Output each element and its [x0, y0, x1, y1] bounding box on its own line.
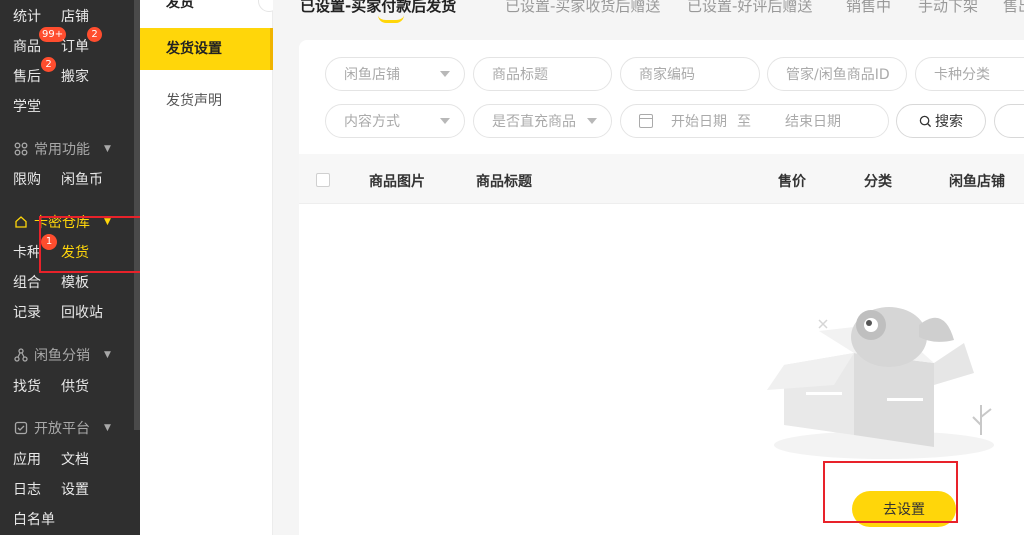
sidebar-item-whitelist[interactable]: 白名单 [13, 509, 55, 529]
sidebar-item-limit[interactable]: 限购 [13, 169, 41, 189]
sidebar-item-stats[interactable]: 统计 [13, 6, 41, 26]
home-icon [13, 214, 29, 230]
sidebar-item-coin[interactable]: 闲鱼币 [61, 169, 103, 189]
sidebar-row-open-3: 白名单 [13, 509, 75, 529]
checklist-icon [13, 420, 29, 436]
caret-down-icon: ▼ [104, 144, 111, 154]
tab-paid-delivery[interactable]: 已设置-买家付款后发货 [300, 0, 456, 16]
sidebar-item-move[interactable]: 搬家 [61, 66, 89, 86]
start-date-input[interactable]: 开始日期 [671, 111, 727, 131]
reset-button[interactable] [994, 104, 1024, 138]
select-all-checkbox[interactable] [316, 173, 330, 187]
tab-sold[interactable]: 售出 [1003, 0, 1024, 16]
sidebar-row-distribution: 找货 供货 [13, 376, 109, 396]
table-header: 商品图片 商品标题 售价 分类 闲鱼店铺 [299, 154, 1024, 204]
caret-down-icon: ▼ [104, 423, 111, 433]
sidebar-item-recycle[interactable]: 回收站 [61, 302, 103, 322]
sidebar-item-card-type[interactable]: 卡种 [13, 242, 41, 262]
sidebar-row-2: 商品 99+ 订单 2 [13, 27, 109, 56]
sidebar-row-open-1: 应用 文档 [13, 449, 109, 469]
sidebar-item-records[interactable]: 记录 [13, 302, 41, 322]
highlight-box-delivery [39, 216, 149, 273]
share-nodes-icon [13, 347, 29, 363]
goods-id-input[interactable]: 管家/闲鱼商品ID [767, 57, 907, 91]
sidebar-row-warehouse-2: 组合 模板 [13, 272, 109, 292]
sidebar-item-combo[interactable]: 组合 [13, 272, 41, 292]
end-date-input[interactable]: 结束日期 [785, 111, 841, 131]
active-tab-indicator [378, 15, 404, 23]
submenu-title: 发货 [166, 0, 194, 11]
sidebar-item-docs[interactable]: 文档 [61, 449, 89, 469]
title-input[interactable]: 商品标题 [473, 57, 612, 91]
sidebar-item-template[interactable]: 模板 [61, 272, 89, 292]
content-mode-select[interactable]: 内容方式 [325, 104, 465, 138]
sidebar-item-aftersale[interactable]: 售后 2 [13, 57, 56, 86]
date-range-separator: 至 [737, 114, 751, 130]
tab-delisted[interactable]: 手动下架 [918, 0, 978, 16]
direct-recharge-select[interactable]: 是否直充商品 [473, 104, 612, 138]
column-header-category: 分类 [864, 174, 892, 190]
calendar-icon [639, 114, 653, 128]
date-range-picker[interactable]: 开始日期 至 结束日期 [620, 104, 889, 138]
group-distribution[interactable]: 闲鱼分销 ▼ [13, 345, 111, 365]
column-header-shop: 闲鱼店铺 [949, 174, 1005, 190]
main-sidebar: 统计 店铺 商品 99+ 订单 2 售后 2 搬家 学堂 常用功能 ▼ 限购 闲鱼币 卡密仓库… [0, 0, 149, 535]
merchant-code-input[interactable]: 商家编码 [620, 57, 760, 91]
sidebar-item-goods[interactable]: 商品 99+ [13, 27, 67, 56]
tab-review-gift[interactable]: 已设置-好评后赠送 [687, 0, 812, 16]
sidebar-row-warehouse-3: 记录 回收站 [13, 302, 123, 322]
sidebar-row-3: 售后 2 搬家 [13, 57, 109, 86]
sidebar-row-open-2: 日志 设置 [13, 479, 109, 499]
sidebar-item-settings[interactable]: 设置 [61, 479, 89, 499]
group-common-functions[interactable]: 常用功能 ▼ [13, 139, 111, 159]
column-header-image: 商品图片 [369, 174, 425, 190]
group-open-label: 开放平台 [34, 421, 90, 437]
main-content: 已设置-买家付款后发货 已设置-买家收货后赠送 已设置-好评后赠送 销售中 手动… [273, 0, 1024, 535]
shop-select[interactable]: 闲鱼店铺 [325, 57, 465, 91]
column-header-title: 商品标题 [476, 174, 532, 190]
chevron-down-icon [587, 118, 597, 124]
submenu-item-delivery-settings[interactable]: 发货设置 [140, 28, 273, 70]
submenu-item-delivery-statement[interactable]: 发货声明 [140, 80, 273, 122]
tab-received-gift[interactable]: 已设置-买家收货后赠送 [505, 0, 660, 16]
grid-icon [13, 141, 29, 157]
sidebar-item-academy[interactable]: 学堂 [13, 96, 41, 116]
secondary-menu: 发货 发货设置 发货声明 [140, 0, 273, 535]
sidebar-row-common: 限购 闲鱼币 [13, 169, 123, 189]
sidebar-row-4: 学堂 [13, 96, 61, 116]
sidebar-item-orders[interactable]: 订单 2 [61, 27, 102, 56]
orders-count-badge: 2 [87, 27, 102, 42]
card-category-select[interactable]: 卡种分类 [915, 57, 1024, 91]
sidebar-item-find-goods[interactable]: 找货 [13, 376, 41, 396]
group-distribution-label: 闲鱼分销 [34, 348, 90, 364]
highlight-box-setup [823, 461, 958, 523]
tab-bar: 已设置-买家付款后发货 已设置-买家收货后赠送 已设置-好评后赠送 销售中 手动… [273, 0, 1024, 30]
chevron-down-icon [440, 118, 450, 124]
sidebar-row-1: 统计 店铺 [13, 6, 109, 26]
search-icon [919, 115, 932, 127]
caret-down-icon: ▼ [104, 350, 111, 360]
column-header-price: 售价 [778, 174, 806, 190]
search-button[interactable]: 搜索 [896, 104, 986, 138]
chevron-down-icon [440, 71, 450, 77]
group-common-label: 常用功能 [34, 142, 90, 158]
sidebar-item-logs[interactable]: 日志 [13, 479, 41, 499]
group-open-platform[interactable]: 开放平台 ▼ [13, 418, 111, 438]
sidebar-item-shop[interactable]: 店铺 [61, 6, 89, 26]
sidebar-item-apps[interactable]: 应用 [13, 449, 41, 469]
tab-on-sale[interactable]: 销售中 [846, 0, 891, 16]
aftersale-count-badge: 2 [41, 57, 56, 72]
sidebar-item-supply[interactable]: 供货 [61, 376, 89, 396]
